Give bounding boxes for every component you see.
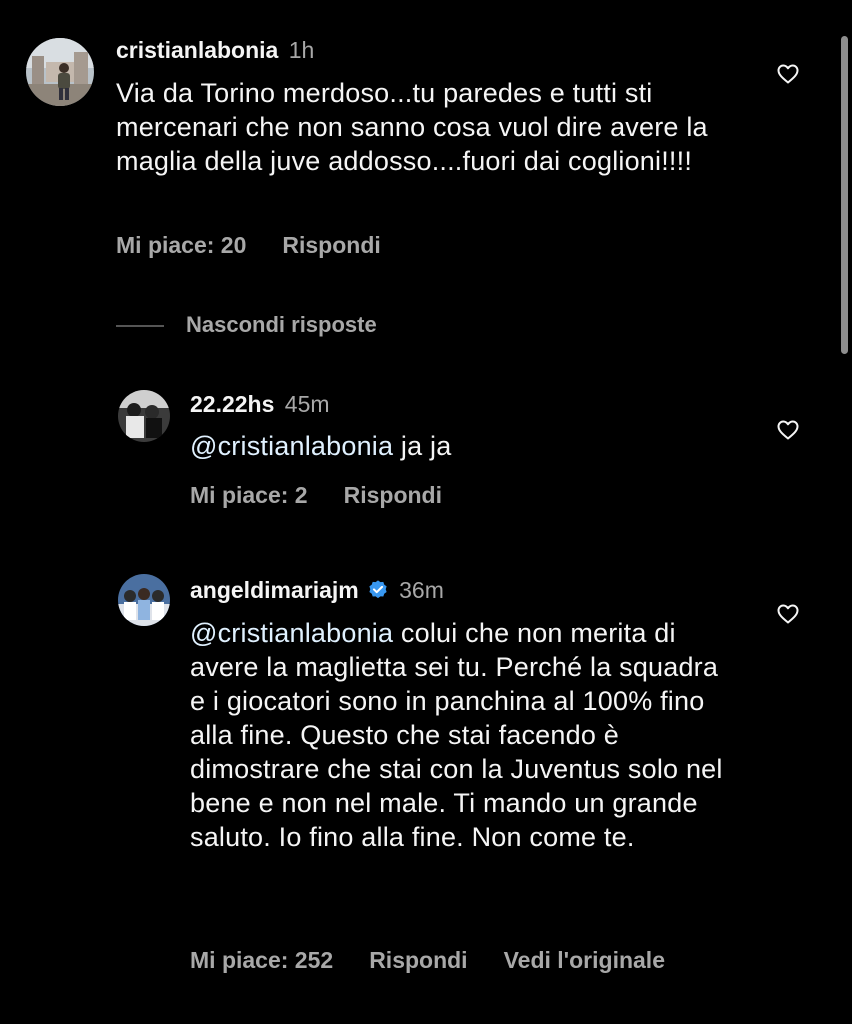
comment-header: angeldimariajm 36m xyxy=(190,576,444,607)
verified-badge-icon xyxy=(367,579,389,607)
reply-button[interactable]: Rispondi xyxy=(344,482,442,508)
username[interactable]: 22.22hs xyxy=(190,391,274,417)
reply-text: @cristianlabonia ja ja xyxy=(190,429,750,463)
like-count[interactable]: Mi piace: 2 xyxy=(190,482,308,508)
comment-actions: Mi piace: 20 Rispondi xyxy=(116,232,417,259)
hide-replies-label: Nascondi risposte xyxy=(186,312,377,337)
timestamp: 45m xyxy=(284,391,330,417)
reply-message: ja ja xyxy=(393,431,452,461)
timestamp: 1h xyxy=(288,37,315,63)
see-original-button[interactable]: Vedi l'originale xyxy=(504,947,665,973)
comment-header: cristianlabonia 1h xyxy=(116,36,314,64)
reply-actions: Mi piace: 2 Rispondi xyxy=(190,482,478,509)
heart-outline-icon[interactable] xyxy=(776,62,800,91)
like-count[interactable]: Mi piace: 252 xyxy=(190,947,333,973)
heart-outline-icon[interactable] xyxy=(776,418,800,447)
reply-text: @cristianlabonia colui che non merita di… xyxy=(190,616,730,854)
reply-actions: Mi piace: 252 Rispondi Vedi l'originale xyxy=(190,947,701,974)
mention-link[interactable]: @cristianlabonia xyxy=(190,431,393,461)
username[interactable]: cristianlabonia xyxy=(116,37,278,63)
hide-replies-button[interactable]: Nascondi risposte xyxy=(116,312,377,338)
like-count[interactable]: Mi piace: 20 xyxy=(116,232,246,258)
mention-link[interactable]: @cristianlabonia xyxy=(190,618,393,648)
scrollbar[interactable] xyxy=(841,36,848,354)
timestamp: 36m xyxy=(399,577,444,603)
divider xyxy=(116,325,164,328)
avatar[interactable] xyxy=(118,390,170,442)
comment-header: 22.22hs 45m xyxy=(190,390,330,418)
reply-button[interactable]: Rispondi xyxy=(369,947,467,973)
username[interactable]: angeldimariajm xyxy=(190,577,359,603)
reply-message: colui che non merita di avere la magliet… xyxy=(190,618,723,852)
heart-outline-icon[interactable] xyxy=(776,602,800,631)
reply-button[interactable]: Rispondi xyxy=(282,232,380,258)
avatar[interactable] xyxy=(26,38,94,106)
comment-text: Via da Torino merdoso...tu paredes e tut… xyxy=(116,78,708,176)
avatar[interactable] xyxy=(118,574,170,626)
